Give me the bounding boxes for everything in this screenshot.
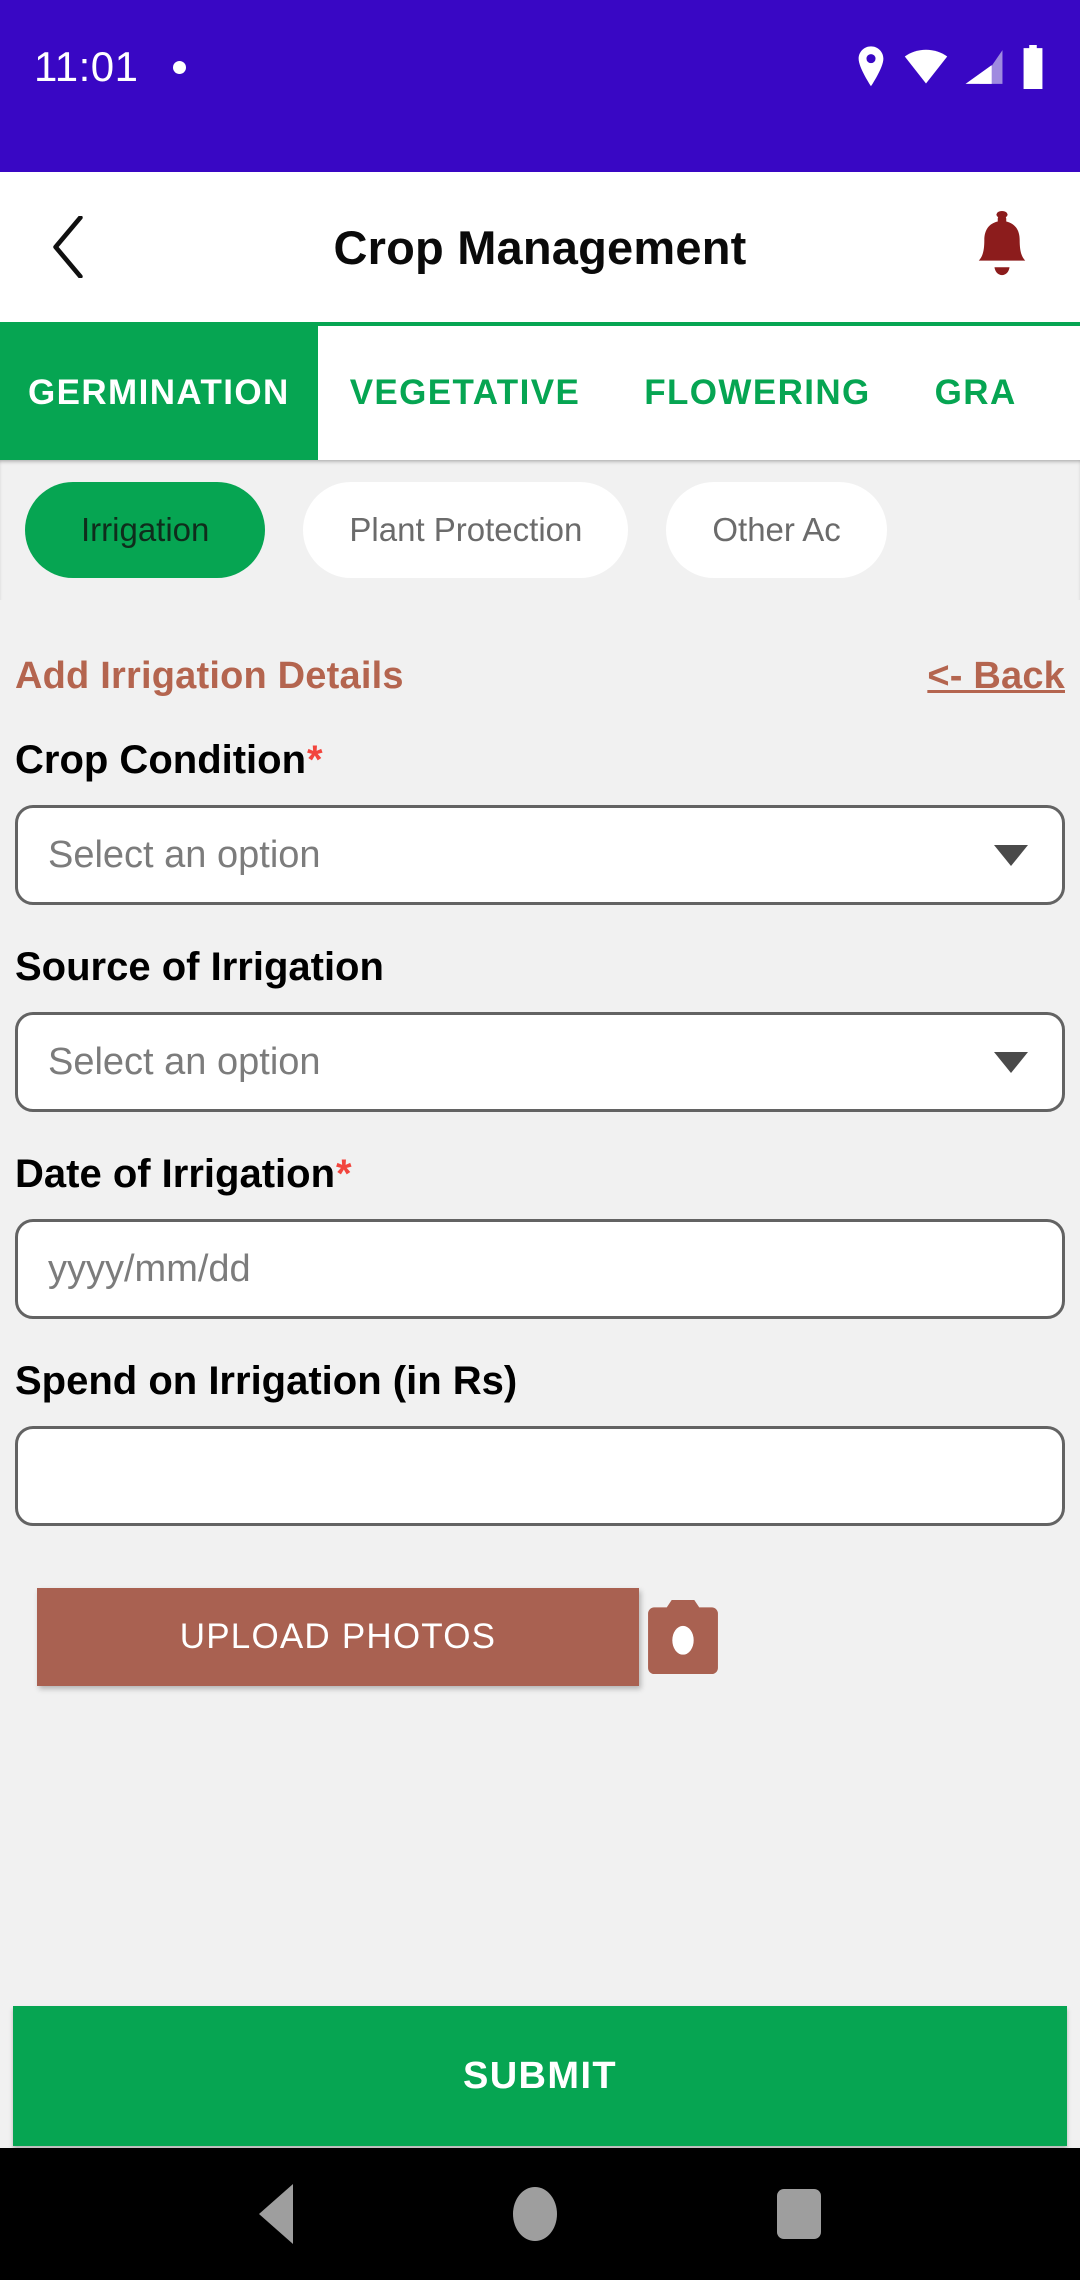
notification-button[interactable]	[964, 204, 1040, 290]
field-source-of-irrigation: Source of Irrigation Select an option	[15, 945, 1065, 1112]
source-of-irrigation-select[interactable]: Select an option	[15, 1012, 1065, 1112]
upload-row: UPLOAD PHOTOS	[15, 1588, 1065, 1686]
battery-icon	[1023, 45, 1043, 89]
tab-flowering[interactable]: FLOWERING	[612, 326, 903, 460]
chevron-left-icon	[53, 216, 83, 278]
section-header: Add Irrigation Details <- Back	[15, 600, 1065, 698]
field-label: Date of Irrigation	[15, 1152, 336, 1196]
status-time: 11:01	[34, 43, 139, 90]
location-pin-icon	[858, 46, 884, 87]
section-title: Add Irrigation Details	[15, 655, 404, 697]
tab-label: VEGETATIVE	[349, 373, 581, 412]
upload-photos-button[interactable]: UPLOAD PHOTOS	[37, 1588, 639, 1686]
select-placeholder: Select an option	[48, 1040, 321, 1083]
crop-condition-select[interactable]: Select an option	[15, 805, 1065, 905]
required-marker: *	[336, 1152, 352, 1196]
camera-button[interactable]	[647, 1596, 719, 1678]
status-bar: 11:01	[0, 0, 1080, 172]
field-label: Spend on Irrigation (in Rs)	[15, 1359, 518, 1403]
nav-back-icon[interactable]	[259, 2184, 293, 2244]
tab-label: GERMINATION	[28, 373, 290, 412]
chip-irrigation[interactable]: Irrigation	[25, 482, 266, 578]
chip-label: Irrigation	[81, 511, 210, 548]
phone-screen: 11:01 Crop Management GERMINATION VEGETA…	[0, 0, 1080, 2280]
field-label-wrap: Date of Irrigation *	[15, 1152, 1065, 1197]
back-link[interactable]: <- Back	[927, 655, 1065, 698]
field-date-of-irrigation: Date of Irrigation * yyyy/mm/dd	[15, 1152, 1065, 1319]
field-crop-condition: Crop Condition * Select an option	[15, 738, 1065, 905]
tab-label: GRA	[934, 373, 1017, 412]
stage-tab-bar[interactable]: GERMINATION VEGETATIVE FLOWERING GRA	[0, 322, 1080, 460]
field-label: Crop Condition	[15, 738, 307, 782]
activity-chip-row[interactable]: Irrigation Plant Protection Other Ac	[0, 460, 1080, 600]
required-marker: *	[307, 738, 323, 782]
field-spend-on-irrigation: Spend on Irrigation (in Rs)	[15, 1359, 1065, 1526]
chip-plant-protection[interactable]: Plant Protection	[303, 482, 629, 578]
status-bar-right	[854, 35, 1046, 89]
dot-indicator-icon	[172, 60, 186, 74]
tab-vegetative[interactable]: VEGETATIVE	[317, 326, 613, 460]
nav-home-icon[interactable]	[513, 2187, 557, 2241]
chip-label: Other Ac	[712, 511, 841, 548]
android-nav-bar	[0, 2148, 1080, 2280]
upload-photos-label: UPLOAD PHOTOS	[179, 1617, 497, 1656]
chip-label: Plant Protection	[349, 511, 583, 548]
status-bar-left: 11:01	[34, 33, 186, 91]
submit-label: SUBMIT	[462, 2054, 618, 2097]
field-label-wrap: Spend on Irrigation (in Rs)	[15, 1359, 1065, 1404]
select-placeholder: Select an option	[48, 833, 321, 876]
nav-recents-icon[interactable]	[777, 2189, 821, 2239]
chevron-down-icon	[994, 1051, 1028, 1073]
page-title: Crop Management	[333, 220, 747, 274]
tab-label: FLOWERING	[644, 373, 871, 412]
form-content: Add Irrigation Details <- Back Crop Cond…	[0, 600, 1080, 2006]
date-placeholder: yyyy/mm/dd	[48, 1247, 251, 1290]
spend-on-irrigation-input[interactable]	[15, 1426, 1065, 1526]
camera-icon	[648, 1600, 718, 1674]
tab-grain[interactable]: GRA	[902, 326, 1049, 460]
field-label-wrap: Source of Irrigation	[15, 945, 1065, 990]
wifi-icon	[904, 49, 948, 84]
app-bar: Crop Management	[0, 172, 1080, 322]
back-button[interactable]	[38, 207, 98, 287]
tab-germination[interactable]: GERMINATION	[0, 326, 318, 460]
field-label-wrap: Crop Condition *	[15, 738, 1065, 783]
chip-other-activities[interactable]: Other Ac	[666, 482, 887, 578]
cellular-signal-icon	[965, 50, 1003, 84]
date-of-irrigation-input[interactable]: yyyy/mm/dd	[15, 1219, 1065, 1319]
field-label: Source of Irrigation	[15, 945, 384, 989]
bell-icon	[978, 211, 1026, 276]
submit-button[interactable]: SUBMIT	[13, 2006, 1067, 2146]
chevron-down-icon	[994, 844, 1028, 866]
